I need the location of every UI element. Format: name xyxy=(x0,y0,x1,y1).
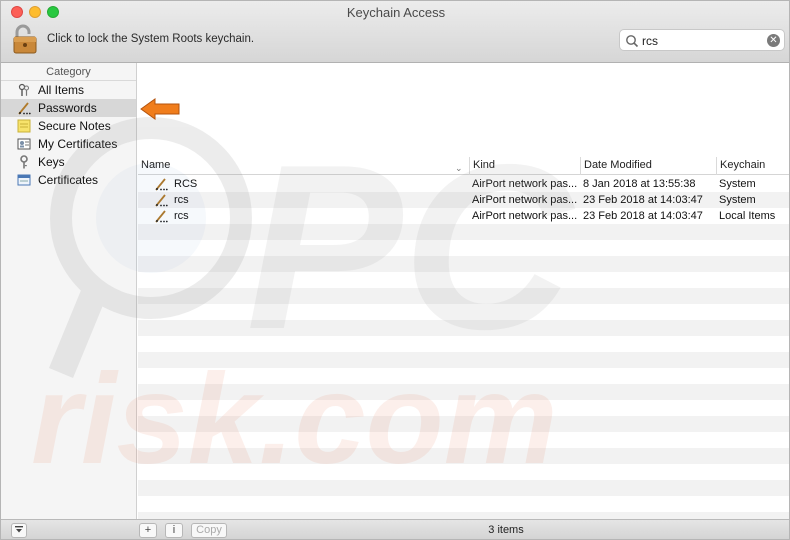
row-name: RCS xyxy=(174,178,198,190)
disclosure-down-icon xyxy=(15,526,23,533)
table-row[interactable]: rcs AirPort network pas... 23 Feb 2018 a… xyxy=(138,192,789,208)
sidebar-item-label: Secure Notes xyxy=(38,119,111,133)
show-keychains-button[interactable] xyxy=(11,523,27,538)
sidebar-item-label: Keys xyxy=(38,155,65,169)
row-name: rcs xyxy=(174,194,189,206)
sidebar-item-label: Passwords xyxy=(38,101,97,115)
row-keychain: System xyxy=(719,194,756,206)
clear-search-icon[interactable]: ✕ xyxy=(767,34,780,47)
title-toolbar: Keychain Access Click to lock the System… xyxy=(1,1,789,63)
sidebar-item-keys[interactable]: Keys xyxy=(1,153,136,171)
lock-keychain-hint[interactable]: Click to lock the System Roots keychain. xyxy=(47,33,254,45)
password-icon xyxy=(155,194,168,207)
key-icon xyxy=(20,155,28,169)
secure-note-icon xyxy=(17,119,31,133)
sidebar-item-label: My Certificates xyxy=(38,137,118,151)
table-row[interactable]: RCS AirPort network pas... 8 Jan 2018 at… xyxy=(138,176,789,192)
get-info-button[interactable]: i xyxy=(165,523,183,538)
table-header: Name ⌄ Kind Date Modified Keychain xyxy=(138,157,789,175)
row-kind: AirPort network pas... xyxy=(472,194,578,206)
search-icon xyxy=(626,35,639,48)
items-table-area: Name ⌄ Kind Date Modified Keychain RCS A… xyxy=(138,63,789,519)
sidebar-item-passwords[interactable]: Passwords xyxy=(1,99,136,117)
bottom-toolbar: + i Copy 3 items xyxy=(1,519,789,539)
column-header-kind[interactable]: Kind xyxy=(469,157,580,175)
plus-icon: + xyxy=(144,524,152,536)
sidebar-item-certificates[interactable]: Certificates xyxy=(1,171,136,189)
row-name: rcs xyxy=(174,210,189,222)
copy-button[interactable]: Copy xyxy=(191,523,227,538)
row-date: 8 Jan 2018 at 13:55:38 xyxy=(583,178,696,190)
table-row[interactable]: rcs AirPort network pas... 23 Feb 2018 a… xyxy=(138,208,789,224)
sidebar-item-label: Certificates xyxy=(38,173,99,187)
table-stripes xyxy=(138,176,789,519)
sidebar-item-secure-notes[interactable]: Secure Notes xyxy=(1,117,136,135)
sort-chevron-icon: ⌄ xyxy=(455,163,463,173)
column-header-keychain[interactable]: Keychain xyxy=(716,157,789,175)
category-header: Category xyxy=(1,63,136,81)
search-input[interactable]: rcs xyxy=(642,34,658,48)
sidebar-item-label: All Items xyxy=(38,83,85,97)
row-date: 23 Feb 2018 at 14:03:47 xyxy=(583,194,703,206)
row-date: 23 Feb 2018 at 14:03:47 xyxy=(583,210,703,222)
my-certificate-icon xyxy=(17,138,31,150)
info-icon: i xyxy=(172,524,176,536)
row-kind: AirPort network pas... xyxy=(472,210,578,222)
item-count-status: 3 items xyxy=(488,524,524,536)
row-keychain: System xyxy=(719,178,756,190)
certificate-icon xyxy=(17,174,31,186)
row-keychain: Local Items xyxy=(719,210,776,222)
password-icon xyxy=(155,178,168,191)
orange-pointer-arrow-icon xyxy=(140,98,180,120)
add-item-button[interactable]: + xyxy=(139,523,157,538)
password-icon xyxy=(18,102,31,115)
keychain-window: Keychain Access Click to lock the System… xyxy=(0,0,790,540)
row-kind: AirPort network pas... xyxy=(472,178,578,190)
all-items-icon xyxy=(18,83,30,96)
password-icon xyxy=(155,210,168,223)
category-sidebar: Category All Items Passwords Secure Note… xyxy=(1,63,137,519)
unlocked-padlock-icon[interactable] xyxy=(9,23,41,55)
sidebar-item-all-items[interactable]: All Items xyxy=(1,81,136,99)
column-header-date-modified[interactable]: Date Modified xyxy=(580,157,716,175)
search-field[interactable]: rcs ✕ xyxy=(619,29,785,51)
sidebar-item-my-certificates[interactable]: My Certificates xyxy=(1,135,136,153)
window-title: Keychain Access xyxy=(346,5,446,20)
column-header-name[interactable]: Name ⌄ xyxy=(138,157,468,175)
